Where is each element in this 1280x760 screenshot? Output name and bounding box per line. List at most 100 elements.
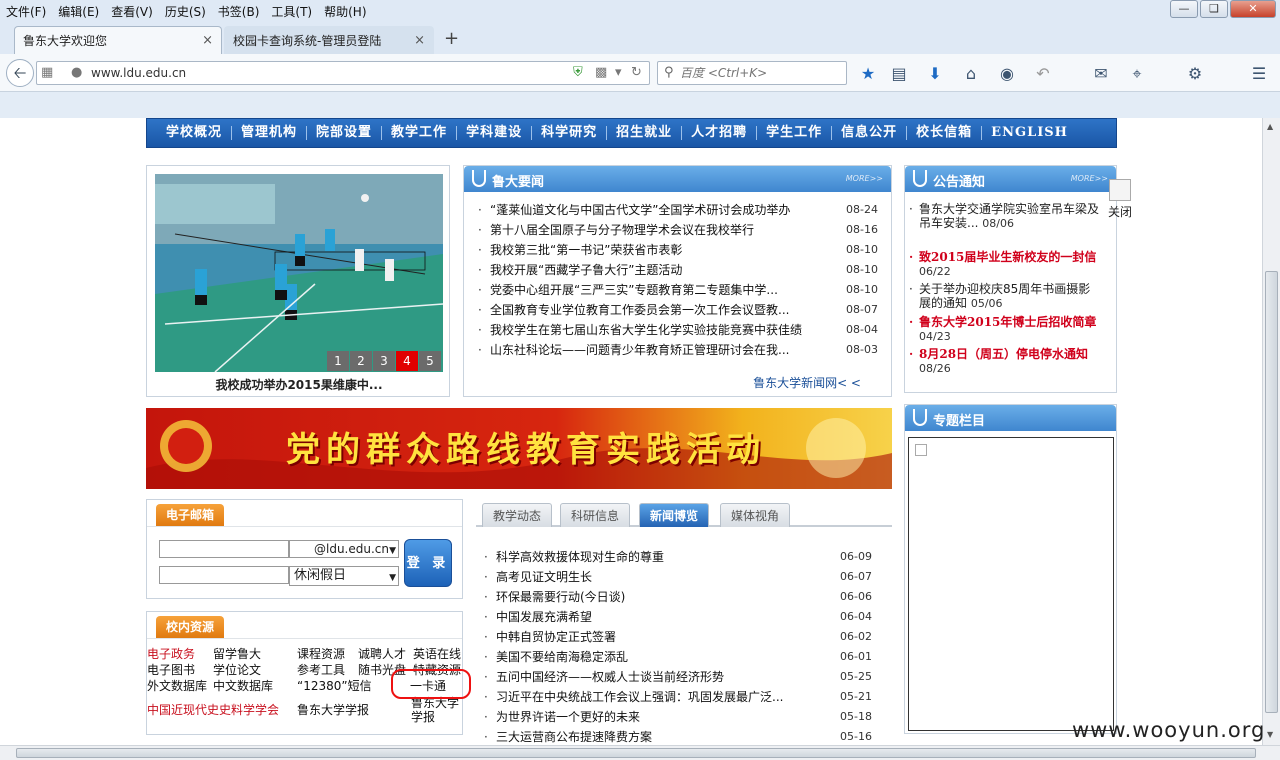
notice-title[interactable]: 8月28日（周五）停电停水通知	[919, 347, 1088, 361]
slideshow-page[interactable]: 1	[327, 351, 349, 371]
news-item[interactable]: · 全国教育专业学位教育工作委员会第一次工作会议暨教... 08-07	[478, 300, 878, 320]
email-username-input[interactable]	[159, 540, 289, 558]
news-title[interactable]: 第十八届全国原子与分子物理学术会议在我校举行	[490, 220, 820, 240]
bookmark-star-icon[interactable]: ★	[858, 64, 878, 83]
tab-research[interactable]: 科研信息	[560, 503, 631, 527]
horizontal-scrollbar[interactable]	[0, 745, 1280, 760]
translate-icon[interactable]: ⚙	[1185, 64, 1205, 83]
search-box[interactable]: ⚲	[657, 61, 847, 85]
slideshow-page[interactable]: 5	[419, 351, 441, 371]
slideshow-photo[interactable]	[155, 174, 443, 372]
news-title[interactable]: 党委中心组开展“三严三实”专题教育第二专题集中学...	[490, 280, 820, 300]
menu-history[interactable]: 历史(S)	[159, 3, 212, 20]
notice-item[interactable]: · 致2015届毕业生新校友的一封信 06/22	[909, 250, 1099, 279]
digest-item[interactable]: · 高考见证文明生长 06-07	[484, 567, 872, 587]
notice-item[interactable]: · 鲁东大学2015年博士后招收简章 04/23	[909, 315, 1099, 344]
menu-file[interactable]: 文件(F)	[0, 3, 52, 20]
download-icon[interactable]: ⬇	[925, 64, 945, 83]
reload-icon[interactable]: ↻	[631, 65, 642, 80]
notice-title[interactable]: 关于举办迎校庆85周年书画摄影展的通知	[919, 282, 1090, 310]
digest-title[interactable]: 高考见证文明生长	[496, 567, 816, 587]
digest-item[interactable]: · 五问中国经济——权威人士谈当前经济形势 05-25	[484, 667, 872, 687]
scrollbar-thumb[interactable]	[1265, 271, 1278, 713]
digest-title[interactable]: 美国不要给南海稳定添乱	[496, 647, 816, 667]
news-item[interactable]: · 第十八届全国原子与分子物理学术会议在我校举行 08-16	[478, 220, 878, 240]
menu-tools[interactable]: 工具(T)	[265, 3, 318, 20]
nav-item[interactable]: 招生就业	[607, 126, 683, 140]
resource-link[interactable]: 电子图书	[147, 662, 195, 678]
nav-item-english[interactable]: ENGLISH	[982, 126, 1077, 140]
qrcode-icon[interactable]: ▩	[595, 65, 607, 80]
news-title[interactable]: 我校开展“西藏学子鲁大行”主题活动	[490, 260, 820, 280]
news-item[interactable]: · 山东社科论坛——问题青少年教育矫正管理研讨会在我... 08-03	[478, 340, 878, 360]
email-mode-select[interactable]: 休闲假日 ▼	[289, 566, 399, 586]
digest-title[interactable]: 习近平在中央统战工作会议上强调：巩固发展最广泛...	[496, 687, 816, 707]
resource-link[interactable]: 诚聘人才	[358, 646, 406, 662]
news-title[interactable]: “蓬莱仙道文化与中国古代文学”全国学术研讨会成功举办	[490, 200, 820, 220]
resource-link[interactable]: 课程资源	[297, 646, 345, 662]
resource-link[interactable]: 鲁东大学学报	[297, 702, 369, 718]
tab-close-icon[interactable]: ×	[202, 33, 213, 48]
address-bar[interactable]: ▦ ● www.ldu.edu.cn ⛨ ▩ ▾ ↻	[36, 61, 650, 85]
resource-link[interactable]: 学位论文	[213, 662, 261, 678]
close-window-icon[interactable]: ✕	[1230, 0, 1276, 18]
resource-link[interactable]: 参考工具	[297, 662, 345, 678]
news-item[interactable]: · “蓬莱仙道文化与中国古代文学”全国学术研讨会成功举办 08-24	[478, 200, 878, 220]
tab-ldu-home[interactable]: 鲁东大学欢迎您 ×	[14, 26, 222, 54]
digest-item[interactable]: · 习近平在中央统战工作会议上强调：巩固发展最广泛... 05-21	[484, 687, 872, 707]
digest-title[interactable]: 中韩自贸协定正式签署	[496, 627, 816, 647]
digest-title[interactable]: 中国发展充满希望	[496, 607, 816, 627]
digest-item[interactable]: · 中韩自贸协定正式签署 06-02	[484, 627, 872, 647]
news-title[interactable]: 山东社科论坛——问题青少年教育矫正管理研讨会在我...	[490, 340, 820, 360]
resource-link[interactable]: 留学鲁大	[213, 646, 261, 662]
shield-icon[interactable]: ⛨	[573, 65, 583, 80]
scroll-down-icon[interactable]: ▼	[1267, 730, 1273, 739]
digest-item[interactable]: · 环保最需要行动(今日谈) 06-06	[484, 587, 872, 607]
login-button[interactable]: 登 录	[404, 539, 452, 587]
clipboard-icon[interactable]: ▤	[889, 64, 909, 83]
chat-icon[interactable]: ◉	[997, 64, 1017, 83]
menu-edit[interactable]: 编辑(E)	[52, 3, 105, 20]
nav-item[interactable]: 科学研究	[532, 126, 608, 140]
menu-bookmarks[interactable]: 书签(B)	[212, 3, 266, 20]
tab-campus-card[interactable]: 校园卡查询系统-管理员登陆 ×	[224, 26, 434, 54]
digest-title[interactable]: 五问中国经济——权威人士谈当前经济形势	[496, 667, 816, 687]
digest-title[interactable]: 科学高效救援体现对生命的尊重	[496, 547, 816, 567]
home-icon[interactable]: ⌂	[961, 64, 981, 83]
nav-item[interactable]: 信息公开	[832, 126, 908, 140]
nav-item[interactable]: 教学工作	[382, 126, 458, 140]
nav-item[interactable]: 人才招聘	[682, 126, 758, 140]
nav-item[interactable]: 院部设置	[307, 126, 383, 140]
hamburger-menu-icon[interactable]: ☰	[1249, 64, 1269, 83]
notice-item[interactable]: · 关于举办迎校庆85周年书画摄影展的通知 05/06	[909, 282, 1099, 311]
undo-icon[interactable]: ↶	[1033, 64, 1053, 83]
notice-title[interactable]: 致2015届毕业生新校友的一封信	[919, 250, 1096, 264]
tab-teaching[interactable]: 教学动态	[482, 503, 553, 527]
search-input[interactable]	[680, 65, 840, 81]
resource-link[interactable]: 电子政务	[147, 646, 195, 662]
email-domain-select[interactable]: @ldu.edu.cn ▼	[289, 540, 399, 558]
minimize-icon[interactable]: —	[1170, 0, 1198, 18]
nav-item[interactable]: 学科建设	[457, 126, 533, 140]
menu-help[interactable]: 帮助(H)	[318, 3, 372, 20]
campaign-banner[interactable]: 党的群众路线教育实践活动	[146, 408, 892, 489]
digest-title[interactable]: 三大运营商公布提速降费方案	[496, 727, 816, 745]
nav-item[interactable]: 校长信箱	[907, 126, 983, 140]
maximize-icon[interactable]: ❑	[1200, 0, 1228, 18]
news-more-link[interactable]: MORE>>	[846, 174, 883, 183]
news-title[interactable]: 我校学生在第七届山东省大学生化学实验技能竞赛中获佳绩	[490, 320, 820, 340]
slideshow-page[interactable]: 3	[373, 351, 395, 371]
digest-item[interactable]: · 为世界许诺一个更好的未来 05-18	[484, 707, 872, 727]
sidebar-icon[interactable]: ▦	[41, 65, 53, 80]
news-item[interactable]: · 我校第三批“第一书记”荣获省市表彰 08-10	[478, 240, 878, 260]
url-text[interactable]: www.ldu.edu.cn	[91, 66, 186, 80]
digest-title[interactable]: 环保最需要行动(今日谈)	[496, 587, 816, 607]
scroll-up-icon[interactable]: ▲	[1267, 122, 1273, 131]
notice-title[interactable]: 鲁东大学2015年博士后招收简章	[919, 315, 1096, 329]
resource-link[interactable]: 英语在线	[413, 646, 461, 662]
digest-title[interactable]: 为世界许诺一个更好的未来	[496, 707, 816, 727]
resource-link[interactable]: “12380”短信	[297, 678, 372, 694]
notice-more-link[interactable]: MORE>>	[1071, 174, 1108, 183]
nav-item[interactable]: 管理机构	[232, 126, 308, 140]
digest-item[interactable]: · 美国不要给南海稳定添乱 06-01	[484, 647, 872, 667]
